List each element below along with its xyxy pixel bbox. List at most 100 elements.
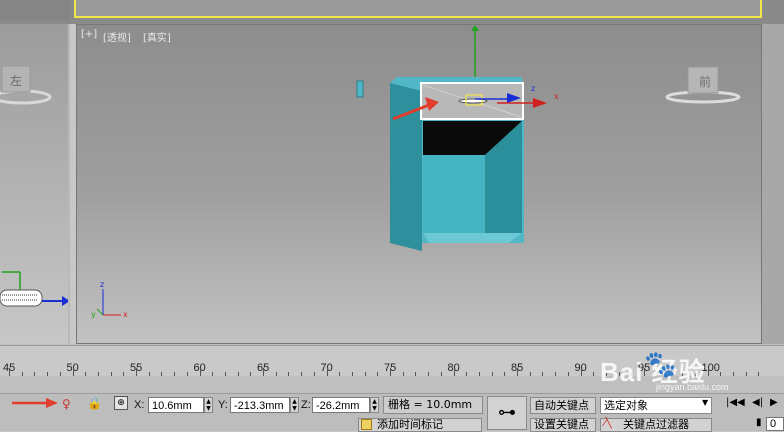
timeline-tick-mark: [517, 368, 518, 376]
timeline-tick-mark: [301, 372, 303, 376]
timeline-tick-mark: [72, 368, 74, 376]
timeline-tick-mark: [555, 372, 557, 376]
small-object[interactable]: [356, 80, 364, 98]
timeline-tick-mark: [59, 372, 61, 376]
cabinet-bottom: [423, 233, 522, 243]
world-axis-x-label: x: [123, 310, 128, 319]
time-tag-icon: [361, 419, 372, 430]
timeline-tick-mark: [199, 368, 201, 376]
previous-frame-icon[interactable]: ◀|: [752, 397, 763, 408]
timeline-tick-mark: [9, 368, 10, 376]
timeline-tick-mark: [263, 368, 264, 376]
timeline-tick-mark: [529, 372, 531, 376]
timeline-tick-mark: [161, 372, 163, 376]
key-mode-button[interactable]: ⊶: [487, 396, 527, 430]
timeline-tick-mark: [174, 372, 176, 376]
timeline-tick-mark: [21, 372, 23, 376]
timeline-tick-mark: [123, 372, 125, 376]
timeline-tick-mark: [351, 372, 353, 376]
left-viewport[interactable]: 左: [0, 24, 70, 344]
go-to-start-icon[interactable]: |◀◀: [726, 397, 745, 408]
x-label: X:: [134, 399, 145, 411]
timeline-tick-mark: [580, 368, 582, 376]
timeline-tick-mark: [47, 372, 49, 376]
chevron-down-icon[interactable]: ▼: [702, 398, 708, 407]
move-gizmo-y-arrow[interactable]: [471, 25, 479, 31]
world-axis-y: [96, 308, 104, 316]
timeline-tick-mark: [390, 368, 391, 376]
timeline-tick-mark: [364, 372, 366, 376]
top-left-viewport[interactable]: [0, 0, 70, 20]
timeline-tick-mark: [428, 372, 430, 376]
axis-z-arrow: [62, 296, 68, 306]
viewport-scene: z x 前 z x y: [91, 25, 741, 319]
paw-icon: 🐾: [644, 350, 677, 380]
timeline-tick-mark: [97, 372, 99, 376]
key-filter-icon: ⁄╲: [604, 418, 612, 429]
timeline-tick-mark: [567, 372, 569, 376]
timeline-tick-mark: [237, 372, 239, 376]
y-spinner[interactable]: ▲ ▼: [290, 397, 299, 413]
timeline-tick-mark: [288, 372, 290, 376]
y-coordinate-field[interactable]: -213.3mm: [230, 397, 290, 413]
timeline-tick-mark: [250, 372, 252, 376]
timeline-tick-mark: [275, 372, 277, 376]
perspective-viewport[interactable]: [+] [透视] [真实] z x 前 z x y: [76, 24, 762, 344]
selected-object-dropdown[interactable]: 选定对象: [600, 397, 712, 414]
watermark-url: jingyan.baidu.com: [656, 382, 729, 392]
timeline-tick-mark: [313, 372, 315, 376]
left-viewport-scene: 左: [0, 65, 68, 307]
timeline-tick-mark: [415, 372, 417, 376]
timeline-tick-mark: [453, 368, 455, 376]
cabinet-interior-wall: [423, 155, 485, 233]
play-icon[interactable]: ▶: [770, 397, 778, 408]
lock-icon[interactable]: 🔒: [87, 396, 102, 410]
key-icon: ⊶: [498, 402, 516, 423]
world-axis-z-label: z: [100, 280, 104, 289]
timeline-tick-mark: [85, 372, 87, 376]
top-right-viewport-active[interactable]: [74, 0, 762, 18]
time-config-icon[interactable]: ▮: [756, 417, 762, 428]
gizmo-x-label: x: [554, 92, 559, 101]
timeline-tick-mark: [377, 372, 379, 376]
viewcube-front-label: 前: [699, 74, 711, 89]
right-viewport-edge: [762, 24, 784, 344]
z-spinner[interactable]: ▲ ▼: [370, 397, 379, 413]
timeline-tick-mark: [593, 372, 595, 376]
z-coordinate-field[interactable]: -26.2mm: [312, 397, 370, 413]
current-frame-field[interactable]: 0: [766, 417, 784, 431]
timeline-tick-mark: [491, 372, 493, 376]
status-bar: ♀ 🔒 ⊕ X: 10.6mm ▲ ▼ Y: -213.3mm ▲ ▼ Z: -26…: [0, 393, 784, 432]
timeline-tick-mark: [478, 372, 480, 376]
viewcube-left-label: 左: [10, 73, 22, 88]
gizmo-z-label: z: [531, 84, 535, 93]
timeline-tick-mark: [339, 372, 341, 376]
z-label: Z:: [301, 399, 311, 411]
selected-object-preview: [0, 289, 43, 307]
annotation-arrow-status: [12, 398, 58, 408]
y-label: Y:: [218, 399, 228, 411]
timeline-tick-mark: [440, 372, 442, 376]
timeline-tick-mark: [466, 372, 468, 376]
transform-mode-icon[interactable]: ⊕: [114, 396, 128, 410]
timeline-tick-mark: [34, 372, 36, 376]
grid-size-display: 栅格 = 10.0mm: [383, 396, 483, 414]
timeline-tick-mark: [148, 372, 150, 376]
auto-key-button[interactable]: 自动关键点: [530, 397, 596, 414]
baidu-watermark: Bai 经验 🐾 jingyan.baidu.com: [600, 350, 750, 392]
isolate-selection-icon[interactable]: ♀: [62, 397, 71, 411]
timeline-tick-mark: [542, 372, 544, 376]
world-axis-y-label: y: [91, 310, 96, 319]
x-spinner[interactable]: ▲ ▼: [204, 397, 213, 413]
timeline-tick-mark: [110, 372, 112, 376]
timeline-tick-mark: [758, 372, 760, 376]
timeline-tick-mark: [326, 368, 328, 376]
timeline-tick-mark: [186, 372, 188, 376]
timeline-tick-mark: [212, 372, 214, 376]
timeline-tick-mark: [504, 372, 506, 376]
viewcube-ring: [0, 89, 52, 105]
x-coordinate-field[interactable]: 10.6mm: [148, 397, 204, 413]
move-gizmo-x-arrow[interactable]: [533, 98, 547, 108]
timeline-tick-mark: [224, 372, 226, 376]
timeline-tick-mark: [136, 368, 137, 376]
